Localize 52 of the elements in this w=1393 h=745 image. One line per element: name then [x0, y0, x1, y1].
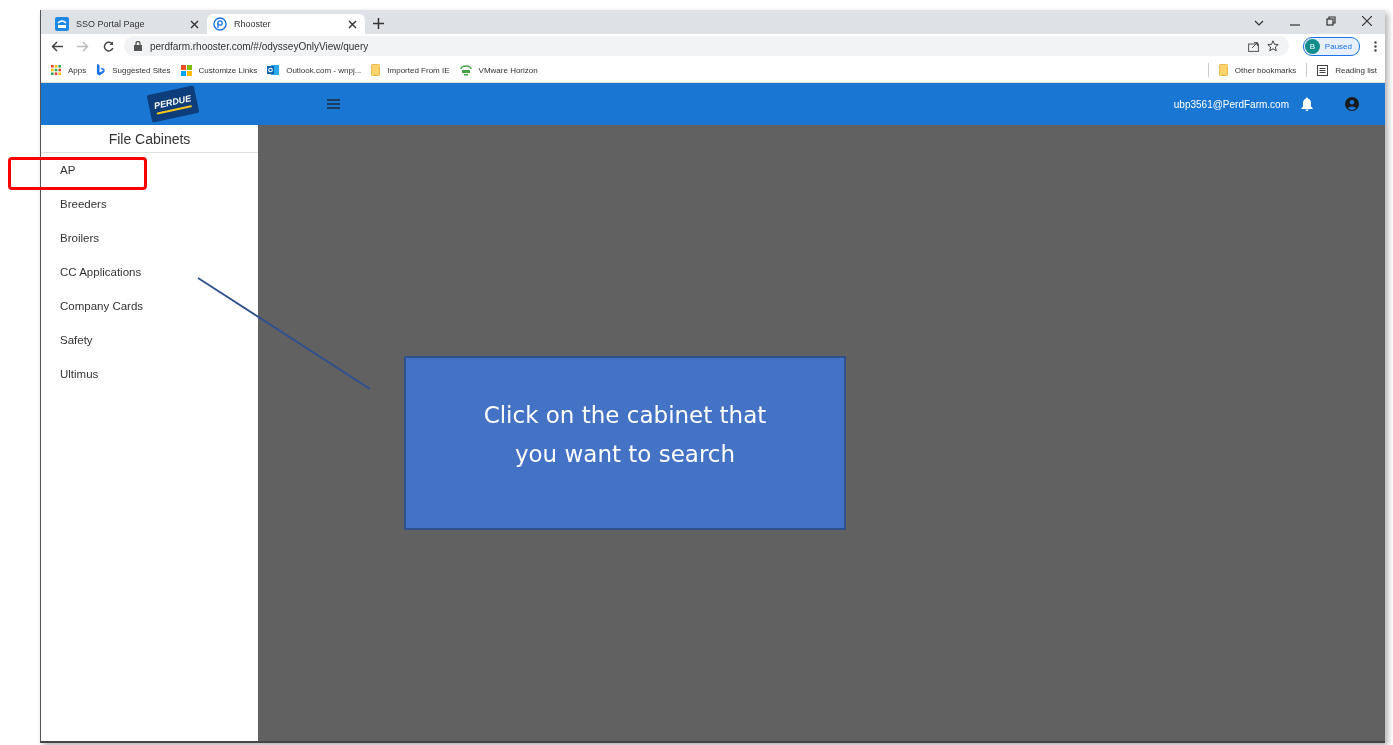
lock-icon — [134, 41, 142, 51]
sso-icon — [55, 17, 69, 31]
bookmark-link[interactable]: Suggested Sites — [96, 64, 171, 76]
cabinet-item[interactable]: Ultimus — [41, 357, 258, 391]
outlook-icon — [267, 64, 280, 76]
account-icon[interactable] — [1345, 97, 1359, 111]
share-icon[interactable] — [1247, 40, 1259, 52]
star-icon[interactable] — [1266, 40, 1279, 52]
callout-text: Click on the cabinet that you want to search — [482, 401, 768, 469]
bookmark-link[interactable]: Other bookmarks — [1218, 64, 1297, 76]
address-bar[interactable]: perdfarm.rhooster.com/#/odysseyOnlyView/query — [124, 36, 1289, 56]
cabinet-item[interactable]: Company Cards — [41, 289, 258, 323]
folder-icon — [371, 64, 381, 76]
chevron-down-icon[interactable] — [1254, 20, 1264, 26]
tab-title: Rhooster — [234, 19, 272, 29]
back-arrow-icon[interactable] — [51, 40, 63, 52]
reload-icon[interactable] — [103, 40, 114, 52]
bookmark-link[interactable]: Customize Links — [180, 64, 258, 76]
company-logo[interactable]: PERDUE — [146, 85, 200, 123]
cabinet-item[interactable]: AP — [41, 153, 258, 187]
url-text: perdfarm.rhooster.com/#/odysseyOnlyView/query — [150, 40, 369, 52]
cabinet-item[interactable]: Broilers — [41, 221, 258, 255]
monitor-icon — [459, 64, 472, 76]
bookmark-link[interactable]: Apps — [51, 65, 87, 75]
folder-icon — [1218, 64, 1228, 76]
cabinet-item[interactable]: Safety — [41, 323, 258, 357]
circle-logo-icon — [213, 17, 227, 31]
cabinet-item[interactable]: CC Applications — [41, 255, 258, 289]
bookmark-link[interactable]: Outlook.com - wnpj... — [267, 64, 362, 76]
bell-icon[interactable] — [1301, 97, 1313, 111]
new-tab-icon[interactable] — [373, 18, 384, 29]
apps-grid-icon — [51, 65, 61, 75]
restore-icon[interactable] — [1326, 16, 1336, 26]
bookmark-link[interactable]: Reading list — [1317, 64, 1377, 76]
user-email: ubp3561@PerdFarm.com — [1173, 98, 1289, 110]
browser-tab[interactable]: SSO Portal Page — [49, 14, 207, 34]
cabinet-item[interactable]: Breeders — [41, 187, 258, 221]
close-icon[interactable] — [190, 19, 199, 29]
close-icon[interactable] — [348, 19, 357, 29]
tab-title: SSO Portal Page — [76, 19, 146, 29]
more-menu-icon[interactable] — [1374, 40, 1377, 52]
b-logo-icon — [96, 64, 106, 76]
close-icon[interactable] — [1362, 16, 1372, 26]
menu-icon[interactable] — [327, 99, 340, 109]
reading-list-icon — [1317, 64, 1329, 76]
profile-button[interactable]: B Paused — [1302, 36, 1360, 56]
bookmark-link[interactable]: Imported From IE — [371, 64, 450, 76]
profile-status: Paused — [1324, 41, 1352, 51]
windows-logo-icon — [180, 64, 192, 76]
bookmark-link[interactable]: VMware Horizon — [459, 64, 538, 76]
avatar-initial: B — [1304, 38, 1320, 54]
browser-tab[interactable]: Rhooster — [207, 14, 365, 34]
